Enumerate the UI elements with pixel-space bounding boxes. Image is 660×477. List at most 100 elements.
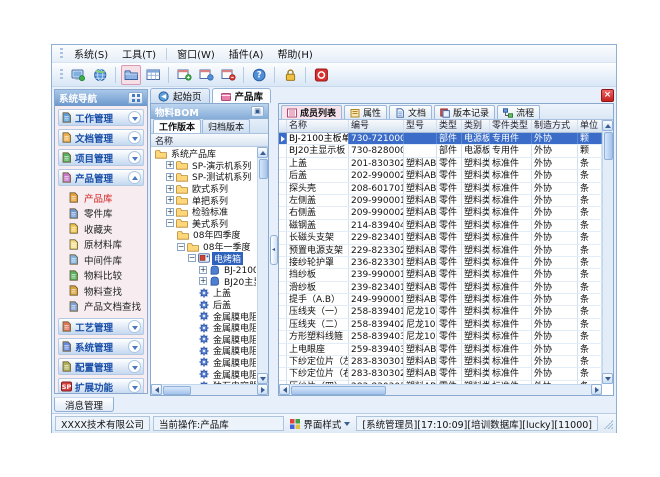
- doc-tab-起始页[interactable]: 起始页: [150, 88, 210, 103]
- close-tab-button[interactable]: ×: [601, 89, 614, 102]
- sidebar-item-产品文档查找[interactable]: 产品文档查找: [68, 299, 144, 315]
- bom-tab-归档版本[interactable]: 归档版本: [202, 119, 250, 133]
- table-row[interactable]: 后盖202-990002-01I塑料ABS零件塑料类标准件外协条: [279, 170, 602, 182]
- window-delete-button[interactable]: [218, 65, 238, 85]
- tree-node-金属膜电阻器[interactable]: 金属膜电阻器: [153, 322, 256, 334]
- expand-plus-icon[interactable]: +: [199, 277, 207, 285]
- tree-node-电烤箱[interactable]: −电烤箱: [153, 252, 256, 264]
- sidebar-group-header[interactable]: SP扩展功能: [58, 378, 144, 393]
- tree-node-SP-测试机系列[interactable]: +SP-测试机系列: [153, 171, 256, 183]
- menubar-grip[interactable]: [60, 48, 63, 60]
- window-new-button[interactable]: [174, 65, 194, 85]
- table-row[interactable]: 滑纱板239-823401-00I塑料ABS零件塑料类标准件外协条: [279, 282, 602, 294]
- expand-plus-icon[interactable]: +: [166, 208, 174, 216]
- table-row[interactable]: 右侧盖209-990002-01I塑料ABS零件塑料类标准件外协条: [279, 207, 602, 219]
- table-row[interactable]: 预置电源支架229-823302-00I塑料ABS零件塑料类标准件外协条: [279, 245, 602, 257]
- tree-horizontal-scrollbar[interactable]: [151, 384, 268, 395]
- tree-node-欧式系列[interactable]: +欧式系列: [153, 183, 256, 195]
- table-row[interactable]: 压线夹（二）258-839402-00I尼龙1010零件塑料类标准件外协条: [279, 319, 602, 331]
- sidebar-group-header[interactable]: 工作管理: [58, 109, 144, 126]
- message-panel-tab[interactable]: 消息管理: [54, 397, 114, 412]
- tree-node-金属膜电阻器[interactable]: 金属膜电阻器: [153, 357, 256, 369]
- resize-grip[interactable]: [603, 419, 613, 429]
- sidebar-item-物料查找[interactable]: 物料查找: [68, 283, 144, 299]
- chevron-up-icon[interactable]: [128, 171, 141, 184]
- expand-plus-icon[interactable]: +: [199, 266, 207, 274]
- help-button[interactable]: ?: [249, 65, 269, 85]
- sidebar-item-中间件库[interactable]: 中间件库: [68, 252, 144, 268]
- sidebar-item-物料比较[interactable]: 物料比较: [68, 268, 144, 284]
- sidebar-group-header[interactable]: 文档管理: [58, 129, 144, 146]
- expand-plus-icon[interactable]: +: [166, 196, 174, 204]
- chevron-down-icon[interactable]: [128, 111, 141, 124]
- chevron-down-icon[interactable]: [128, 320, 141, 333]
- tree-node-金属膜电阻器[interactable]: 金属膜电阻器: [153, 310, 256, 322]
- table-row[interactable]: 压线夹（一）258-839401-00I尼龙1010零件塑料类标准件外协条: [279, 306, 602, 318]
- panel-splitter[interactable]: ◂: [269, 103, 278, 396]
- tree-node-检验标准[interactable]: +检验标准: [153, 206, 256, 218]
- menu-item[interactable]: 窗口(W): [170, 45, 222, 62]
- tree-node-金属膜电阻器[interactable]: 金属膜电阻器: [153, 368, 256, 380]
- toolbar-grip[interactable]: [60, 69, 63, 81]
- scroll-left-button[interactable]: [279, 384, 290, 395]
- column-header-编号[interactable]: 编号: [349, 120, 404, 132]
- table-row[interactable]: 探头壳208-601701-01I塑料ABS零件塑料类标准件外协条: [279, 183, 602, 195]
- sidebar-item-收藏夹[interactable]: 收藏夹: [68, 221, 144, 237]
- tree-node-上盖[interactable]: 上盖: [153, 287, 256, 299]
- tree-node-后盖[interactable]: 后盖: [153, 299, 256, 311]
- tree-vertical-scrollbar[interactable]: [257, 147, 268, 384]
- tree-node-SP-演示机系列[interactable]: +SP-演示机系列: [153, 160, 256, 172]
- member-tab-版本记录[interactable]: 版本记录: [434, 105, 495, 119]
- sidebar-group-header[interactable]: 配置管理: [58, 358, 144, 375]
- column-header-制造方式[interactable]: 制造方式: [532, 120, 578, 132]
- scroll-thumb[interactable]: [291, 386, 386, 395]
- scroll-left-button[interactable]: [151, 384, 162, 395]
- sidebar-menu-button[interactable]: [128, 92, 143, 104]
- column-header-单位[interactable]: 单位: [578, 120, 602, 132]
- menu-item[interactable]: 系统(S): [67, 45, 115, 62]
- table-row[interactable]: 方形塑料线箍258-839403-00I尼龙1010零件塑料类标准件外协条: [279, 331, 602, 343]
- grid-horizontal-scrollbar[interactable]: [279, 384, 602, 395]
- column-header-名称[interactable]: 名称: [287, 120, 349, 132]
- doc-tab-产品库[interactable]: 产品库: [212, 88, 272, 103]
- table-row[interactable]: 下纱定位片（左）283-830301-00I塑料ABS零件塑料类标准件外协条: [279, 356, 602, 368]
- sidebar-group-header[interactable]: 工艺管理: [58, 318, 144, 335]
- chevron-down-icon[interactable]: [128, 340, 141, 353]
- scroll-up-button[interactable]: [602, 120, 613, 131]
- tree-column-header[interactable]: 名称: [151, 134, 268, 147]
- column-header-类别[interactable]: 类别: [462, 120, 490, 132]
- menu-item[interactable]: 工具(T): [115, 45, 163, 62]
- scroll-up-button[interactable]: [257, 147, 268, 158]
- menu-item[interactable]: 插件(A): [222, 45, 271, 62]
- menu-item[interactable]: 帮助(H): [270, 45, 319, 62]
- expand-plus-icon[interactable]: +: [166, 161, 174, 169]
- window-refresh-button[interactable]: [196, 65, 216, 85]
- sidebar-group-header[interactable]: 项目管理: [58, 149, 144, 166]
- globe-button[interactable]: [90, 65, 110, 85]
- tree-node-BJ-2100主板单点[interactable]: +BJ-2100主板单点: [153, 264, 256, 276]
- collapse-left-button[interactable]: ◂: [270, 235, 278, 265]
- table-row[interactable]: 长磁头支架229-823401-00I塑料ABS零件塑料类标准件外协条: [279, 232, 602, 244]
- table-row[interactable]: 接纱轮护罩236-823301-00I塑料ABS零件塑料类标准件外协条: [279, 257, 602, 269]
- scroll-down-button[interactable]: [257, 373, 268, 384]
- member-tab-流程[interactable]: 流程: [497, 105, 540, 119]
- tree-node-金属膜电阻器[interactable]: 金属膜电阻器: [153, 345, 256, 357]
- data-table-button[interactable]: [143, 65, 163, 85]
- table-row[interactable]: BJ20主显示板730-828000-04I部件电源板专用件外协颗: [279, 145, 602, 157]
- chevron-down-icon[interactable]: [128, 151, 141, 164]
- bom-tab-工作版本[interactable]: 工作版本: [153, 119, 201, 133]
- expand-plus-icon[interactable]: +: [166, 173, 174, 181]
- tree-node-单把系列[interactable]: +单把系列: [153, 194, 256, 206]
- column-header-零件类型[interactable]: 零件类型: [490, 120, 532, 132]
- pin-button[interactable]: ▣: [251, 106, 264, 117]
- chevron-down-icon[interactable]: [128, 360, 141, 373]
- exit-button[interactable]: [311, 65, 331, 85]
- tree-node-金属膜电阻器[interactable]: 金属膜电阻器: [153, 334, 256, 346]
- sidebar-group-header[interactable]: 系统管理: [58, 338, 144, 355]
- member-tab-文档[interactable]: 文档: [389, 105, 432, 119]
- scroll-down-button[interactable]: [602, 373, 613, 384]
- member-tab-属性[interactable]: 属性: [344, 105, 387, 119]
- table-row[interactable]: 上盖201-830302-00I塑料ABS零件塑料类标准件外协条: [279, 158, 602, 170]
- tree-node-BJ20主显示板[interactable]: +BJ20主显示板: [153, 276, 256, 288]
- monitor-button[interactable]: [68, 65, 88, 85]
